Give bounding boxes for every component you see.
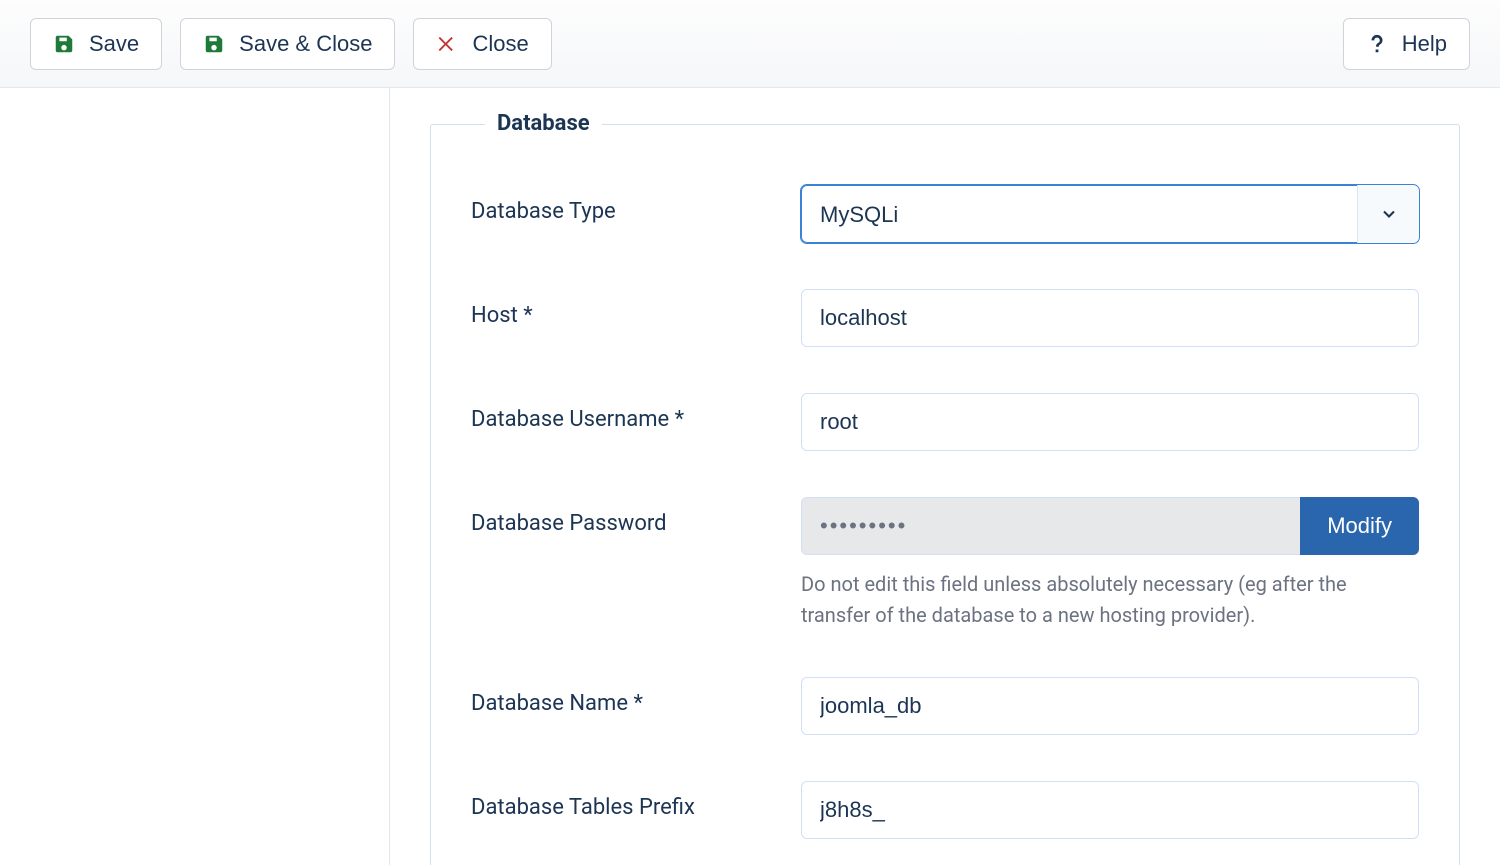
save-button[interactable]: Save — [30, 18, 162, 70]
fieldset-legend: Database — [485, 111, 602, 136]
close-button[interactable]: Close — [413, 18, 551, 70]
db-username-input[interactable] — [801, 393, 1419, 451]
question-icon — [1366, 33, 1388, 55]
save-icon — [203, 33, 225, 55]
db-name-label: Database Name * — [471, 677, 801, 716]
save-close-button[interactable]: Save & Close — [180, 18, 395, 70]
db-password-label: Database Password — [471, 497, 801, 536]
db-name-input[interactable] — [801, 677, 1419, 735]
host-input[interactable] — [801, 289, 1419, 347]
close-button-label: Close — [472, 31, 528, 57]
db-type-select[interactable]: MySQLi — [801, 185, 1419, 243]
db-username-label: Database Username * — [471, 393, 801, 432]
modify-password-button[interactable]: Modify — [1300, 497, 1419, 555]
db-password-input — [801, 497, 1300, 555]
help-button[interactable]: Help — [1343, 18, 1470, 70]
toolbar: Save Save & Close Close Help — [0, 0, 1500, 88]
help-button-label: Help — [1402, 31, 1447, 57]
db-type-label: Database Type — [471, 185, 801, 224]
save-close-button-label: Save & Close — [239, 31, 372, 57]
database-fieldset: Database Database Type MySQLi Host * — [430, 124, 1460, 865]
db-password-help: Do not edit this field unless absolutely… — [801, 569, 1419, 631]
page-body: Database Database Type MySQLi Host * — [0, 88, 1500, 865]
db-prefix-label: Database Tables Prefix — [471, 781, 801, 820]
save-button-label: Save — [89, 31, 139, 57]
main-content: Database Database Type MySQLi Host * — [390, 88, 1500, 865]
sidebar — [0, 88, 390, 865]
db-prefix-input[interactable] — [801, 781, 1419, 839]
host-label: Host * — [471, 289, 801, 328]
close-icon — [436, 33, 458, 55]
save-icon — [53, 33, 75, 55]
